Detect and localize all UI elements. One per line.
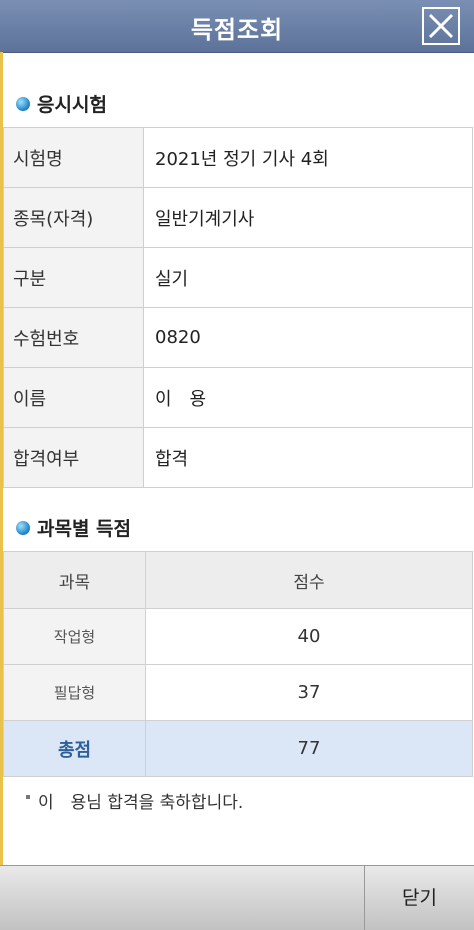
score-row: 작업형 40 (3, 608, 473, 665)
exam-info-table: 시험명 2021년 정기 기사 4회 종목(자격) 일반기계기사 구분 실기 수… (3, 127, 473, 488)
info-row: 시험명 2021년 정기 기사 4회 (3, 127, 473, 188)
close-footer-button[interactable]: 닫기 (364, 866, 474, 930)
info-row: 이름 이 용 (3, 367, 473, 428)
info-value: 2021년 정기 기사 4회 (143, 127, 473, 188)
info-label: 구분 (3, 247, 144, 308)
total-row: 총점 77 (3, 720, 473, 777)
congrats-text: 이 용님 합격을 축하합니다. (38, 793, 244, 813)
info-label: 이름 (3, 367, 144, 428)
subject-name: 작업형 (3, 608, 146, 665)
section-exam-label: 응시시험 (37, 94, 107, 116)
total-score: 77 (145, 720, 473, 777)
bullet-icon (16, 96, 30, 111)
total-label: 총점 (3, 720, 146, 777)
title-bar: 득점조회 (0, 0, 474, 53)
bottom-bar: 닫기 (0, 865, 474, 930)
info-row: 수험번호 0820 (3, 307, 473, 368)
info-value: 실기 (143, 247, 473, 308)
info-label: 종목(자격) (3, 187, 144, 248)
info-row: 종목(자격) 일반기계기사 (3, 187, 473, 248)
info-value: 0820 (143, 307, 473, 368)
subject-name: 필답형 (3, 664, 146, 721)
bullet-icon (16, 520, 30, 535)
section-score: 과목별 득점 (16, 514, 131, 541)
subject-score: 40 (145, 608, 473, 665)
info-value: 이 용 (143, 367, 473, 428)
info-row: 합격여부 합격 (3, 427, 473, 488)
page-title: 득점조회 (190, 16, 284, 44)
info-value: 합격 (143, 427, 473, 488)
bullet-square-icon (26, 795, 30, 799)
section-exam: 응시시험 (16, 90, 107, 117)
info-label: 합격여부 (3, 427, 144, 488)
score-table: 과목 점수 작업형 40 필답형 37 총점 77 (3, 551, 473, 777)
header-score: 점수 (145, 551, 473, 609)
info-value: 일반기계기사 (143, 187, 473, 248)
info-row: 구분 실기 (3, 247, 473, 308)
section-score-label: 과목별 득점 (37, 518, 132, 540)
info-label: 시험명 (3, 127, 144, 188)
close-button[interactable] (422, 7, 460, 45)
info-label: 수험번호 (3, 307, 144, 368)
congrats-message: 이 용님 합격을 축하합니다. (26, 788, 243, 813)
header-subject: 과목 (3, 551, 146, 609)
subject-score: 37 (145, 664, 473, 721)
close-icon (428, 13, 454, 39)
score-header-row: 과목 점수 (3, 551, 473, 609)
score-row: 필답형 37 (3, 664, 473, 721)
